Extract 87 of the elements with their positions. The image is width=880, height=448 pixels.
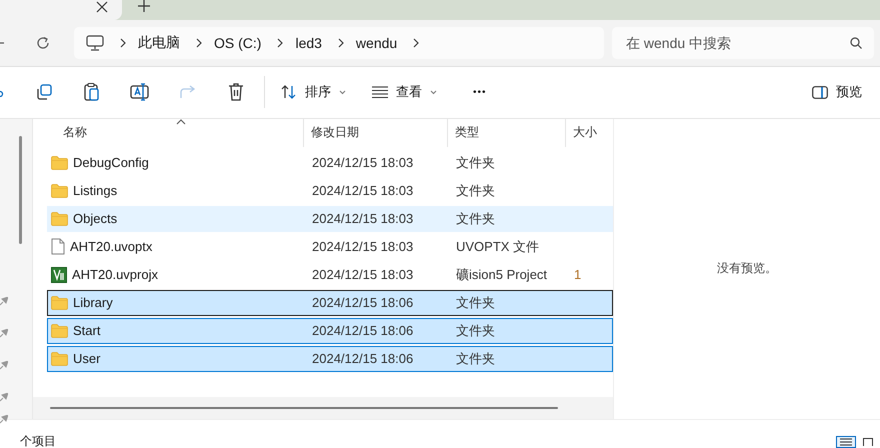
file-type: UVOPTX 文件 bbox=[455, 238, 540, 256]
folder-icon bbox=[51, 352, 68, 366]
preview-button[interactable]: 预览 bbox=[804, 74, 870, 110]
file-row[interactable]: Start 2024/12/15 18:06 文件夹 bbox=[47, 318, 613, 344]
modified-date: 2024/12/15 18:03 bbox=[311, 155, 414, 170]
dropdown-caret-icon bbox=[430, 90, 437, 95]
file-row[interactable]: User 2024/12/15 18:06 文件夹 bbox=[47, 346, 613, 372]
scrollbar-thumb[interactable] bbox=[50, 407, 558, 410]
pin-icon[interactable] bbox=[0, 296, 8, 307]
share-icon bbox=[179, 84, 197, 100]
file-row[interactable]: Listings 2024/12/15 18:03 文件夹 bbox=[47, 178, 613, 204]
details-view-button[interactable] bbox=[836, 436, 856, 448]
scrollbar-thumb[interactable] bbox=[19, 136, 22, 244]
folder-icon bbox=[51, 184, 68, 198]
file-name: Start bbox=[73, 323, 100, 338]
chevron-icon[interactable] bbox=[196, 38, 202, 48]
folder-icon bbox=[51, 156, 68, 170]
modified-date: 2024/12/15 18:03 bbox=[311, 183, 414, 198]
file-name: User bbox=[73, 351, 100, 366]
dropdown-caret-icon bbox=[339, 90, 346, 95]
address-bar[interactable]: 此电脑 OS (C:) led3 wendu bbox=[74, 26, 604, 59]
item-count: 个项目 bbox=[20, 434, 56, 448]
breadcrumb-item[interactable]: 此电脑 bbox=[138, 34, 180, 52]
refresh-icon[interactable] bbox=[36, 36, 50, 50]
file-type: 文件夹 bbox=[455, 322, 496, 340]
file-type: 文件夹 bbox=[455, 350, 496, 368]
file-name: Objects bbox=[73, 211, 118, 226]
file-row[interactable]: Library 2024/12/15 18:06 文件夹 bbox=[47, 290, 613, 316]
file-type: 礦ision5 Project bbox=[455, 266, 548, 284]
folder-icon bbox=[51, 296, 68, 310]
computer-icon bbox=[86, 34, 104, 51]
modified-date: 2024/12/15 18:03 bbox=[311, 267, 414, 282]
column-header[interactable]: 名称 bbox=[33, 118, 304, 147]
project-file-icon bbox=[51, 266, 67, 283]
view-button[interactable]: 查看 bbox=[364, 74, 445, 110]
file-size: 1 bbox=[573, 267, 582, 282]
folder-icon bbox=[51, 212, 68, 226]
pin-icon[interactable] bbox=[0, 414, 8, 425]
rename-icon bbox=[130, 83, 150, 102]
file-type: 文件夹 bbox=[455, 154, 496, 172]
document-icon bbox=[51, 238, 65, 256]
file-name: AHT20.uvoptx bbox=[70, 239, 152, 254]
modified-date: 2024/12/15 18:06 bbox=[311, 351, 414, 366]
modified-date: 2024/12/15 18:03 bbox=[311, 211, 414, 226]
clipboard-icon bbox=[83, 82, 101, 102]
chevron-icon[interactable] bbox=[413, 38, 420, 48]
breadcrumb-item[interactable]: OS (C:) bbox=[214, 34, 262, 51]
file-row[interactable]: DebugConfig 2024/12/15 18:03 文件夹 bbox=[47, 150, 613, 176]
sort-caret-icon bbox=[176, 118, 186, 125]
file-type: 文件夹 bbox=[455, 182, 496, 200]
new-tab-icon[interactable] bbox=[138, 0, 150, 12]
list-view-icon bbox=[840, 438, 852, 446]
file-row[interactable]: AHT20.uvprojx 2024/12/15 18:03 礦ision5 Project 1 bbox=[47, 262, 613, 288]
chevron-icon[interactable] bbox=[277, 38, 284, 48]
file-row[interactable]: AHT20.uvoptx 2024/12/15 18:03 UVOPTX 文件 bbox=[47, 234, 613, 260]
file-name: Library bbox=[73, 295, 113, 310]
no-preview-message: 没有预览。 bbox=[717, 260, 777, 278]
trash-icon bbox=[228, 83, 244, 102]
copy-icon bbox=[35, 83, 53, 102]
column-header[interactable]: 类型 bbox=[448, 118, 566, 147]
close-icon[interactable] bbox=[96, 1, 108, 13]
file-name: DebugConfig bbox=[73, 155, 149, 170]
sort-arrows-icon bbox=[281, 85, 297, 100]
file-name: AHT20.uvprojx bbox=[72, 267, 158, 282]
file-name: Listings bbox=[73, 183, 118, 198]
column-header[interactable]: 大小 bbox=[566, 118, 613, 147]
column-header[interactable]: 修改日期 bbox=[304, 118, 448, 147]
chevron-icon[interactable] bbox=[120, 38, 126, 48]
search-field[interactable]: 在 wendu 中搜索 bbox=[612, 26, 874, 59]
folder-icon bbox=[51, 324, 68, 338]
breadcrumb-item[interactable]: led3 bbox=[295, 34, 322, 51]
file-type: 文件夹 bbox=[455, 294, 496, 312]
file-type: 文件夹 bbox=[455, 210, 496, 228]
search-icon[interactable] bbox=[850, 36, 862, 49]
modified-date: 2024/12/15 18:06 bbox=[311, 323, 414, 338]
lines-icon bbox=[372, 86, 388, 98]
pin-icon[interactable] bbox=[0, 328, 8, 339]
more-button[interactable]: ••• bbox=[465, 74, 495, 110]
breadcrumb-item[interactable]: wendu bbox=[356, 34, 398, 51]
pin-icon[interactable] bbox=[0, 392, 8, 403]
modified-date: 2024/12/15 18:03 bbox=[311, 239, 414, 254]
file-row[interactable]: Objects 2024/12/15 18:03 文件夹 bbox=[47, 206, 613, 232]
preview-pane-icon bbox=[812, 86, 828, 99]
pin-icon[interactable] bbox=[0, 360, 8, 371]
modified-date: 2024/12/15 18:06 bbox=[311, 295, 414, 310]
sort-button[interactable]: 排序 bbox=[273, 74, 354, 110]
chevron-icon[interactable] bbox=[338, 38, 344, 48]
